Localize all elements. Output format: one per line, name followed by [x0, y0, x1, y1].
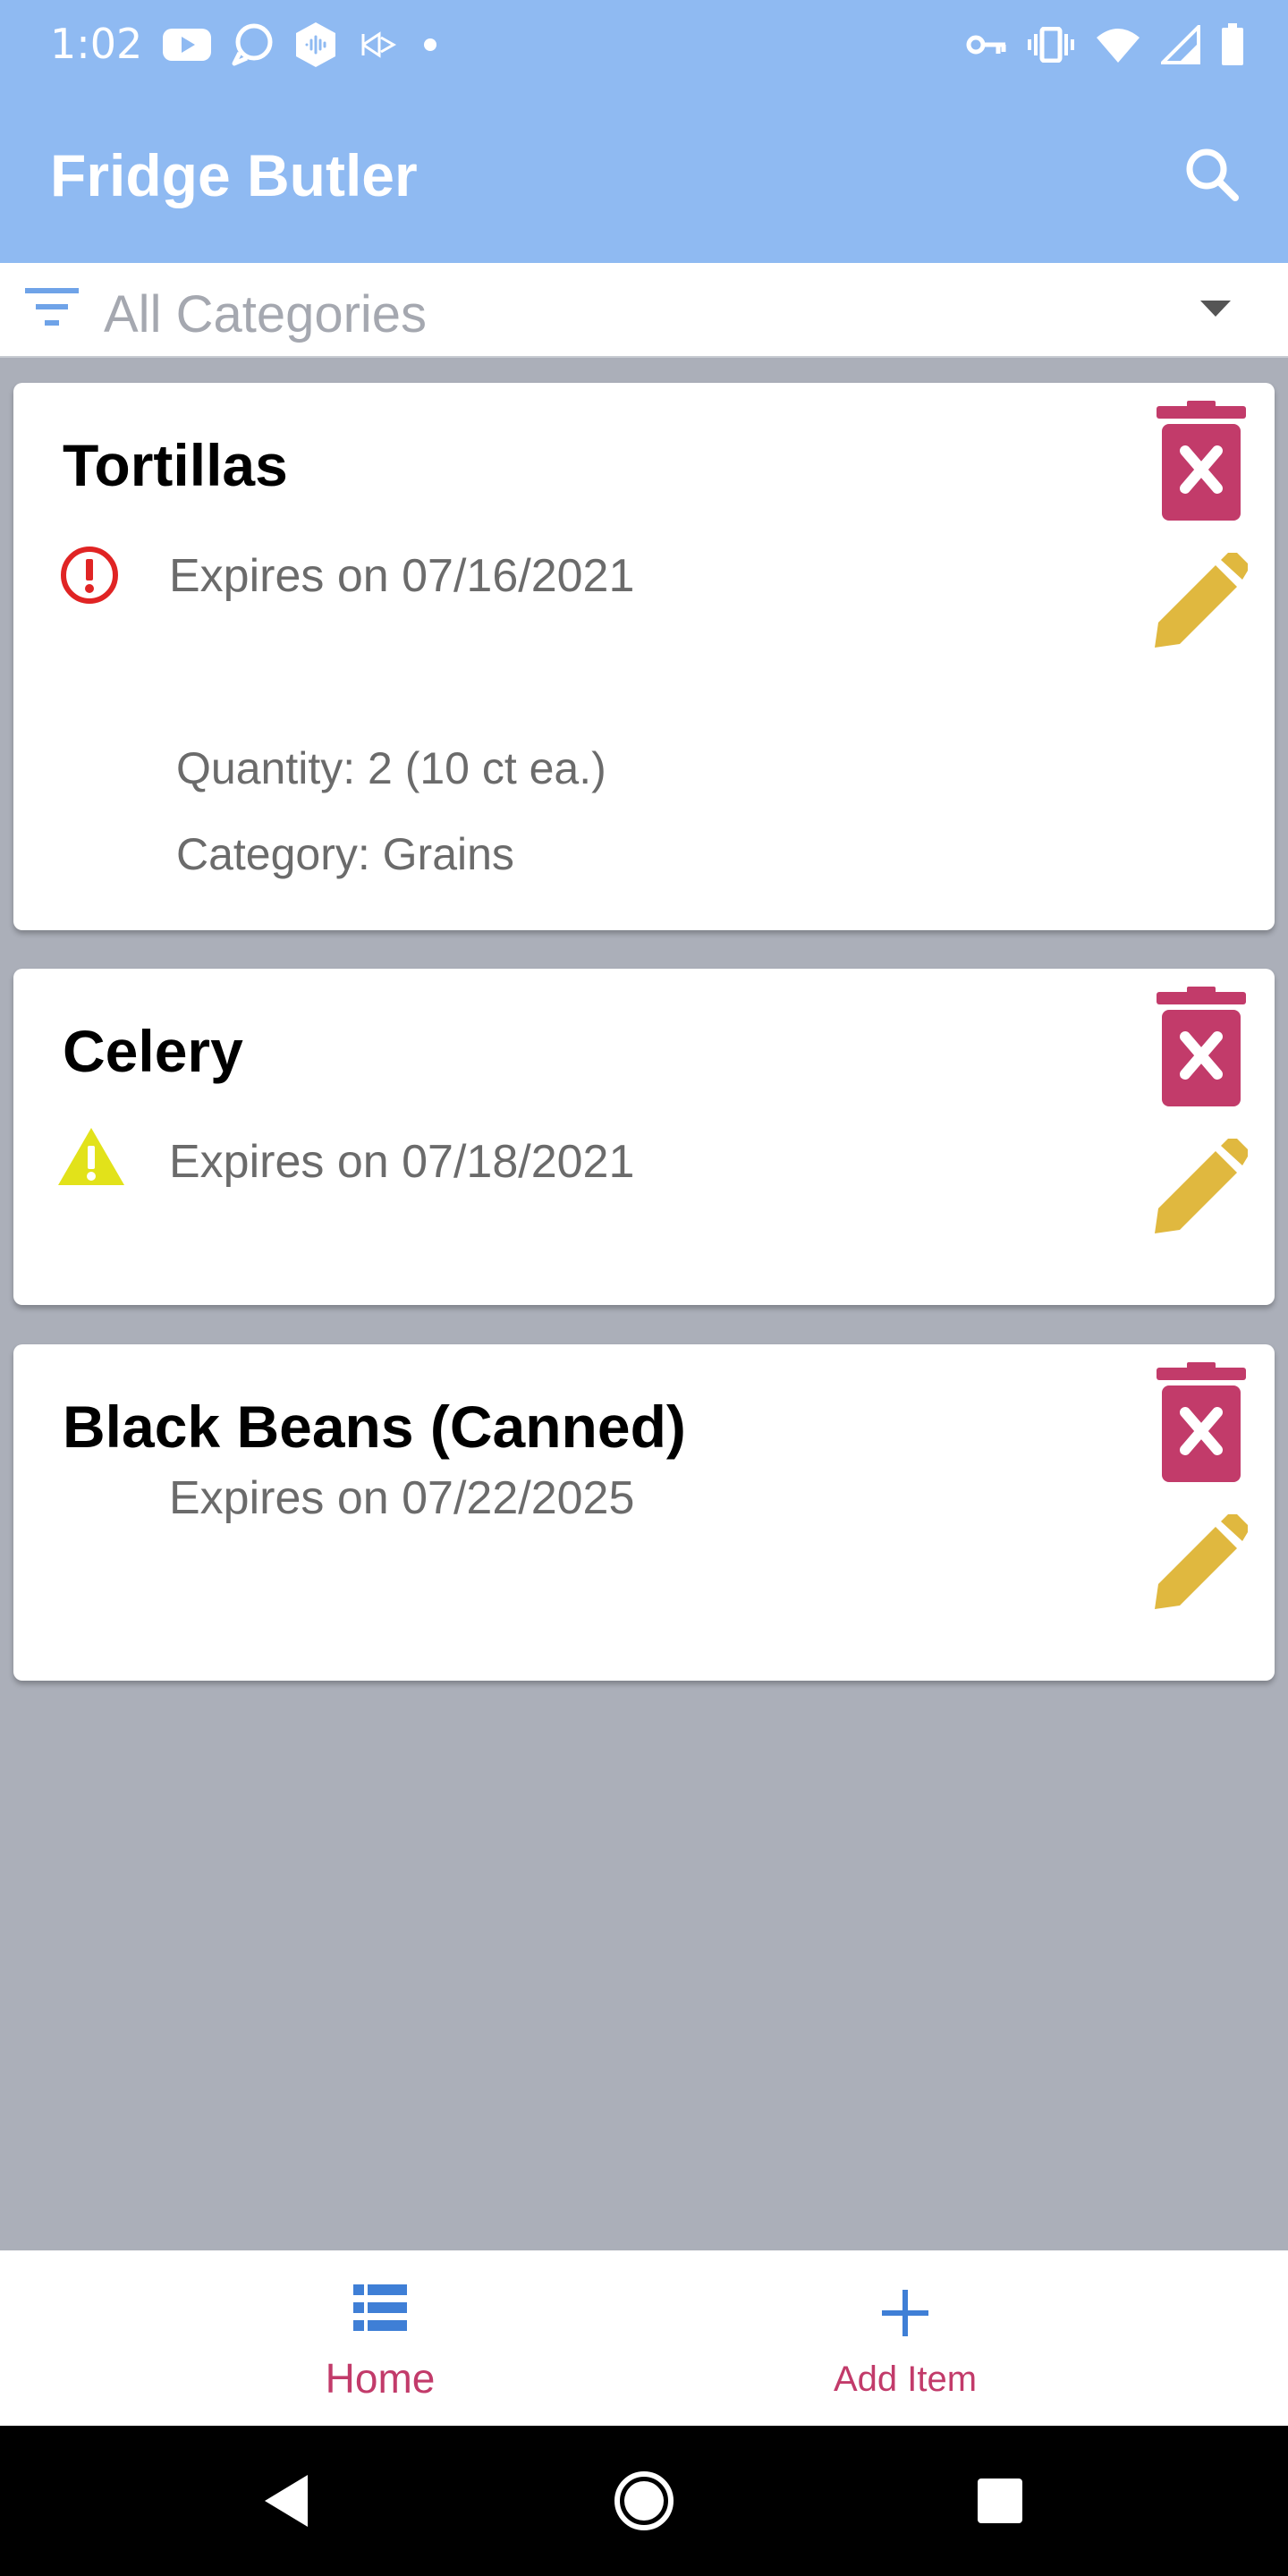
bottom-nav: Home Add Item	[0, 2250, 1288, 2426]
status-right-icons	[966, 20, 1245, 70]
app-bar: Fridge Butler	[0, 89, 1288, 263]
caret-down-icon	[1200, 301, 1231, 317]
nav-add-item[interactable]: Add Item	[771, 2250, 1039, 2426]
plus-icon	[882, 2290, 928, 2336]
edit-pencil-icon	[1155, 1512, 1249, 1609]
delete-icon	[1157, 987, 1246, 1106]
item-card: Tortillas Expires on 07/16/2021 Quantity…	[13, 383, 1275, 930]
status-time: 1:02	[50, 20, 143, 68]
app-title: Fridge Butler	[50, 142, 418, 208]
delete-button[interactable]	[1157, 987, 1246, 1108]
nav-home-label: Home	[325, 2355, 436, 2402]
category-filter-dropdown[interactable]: All Categories	[0, 263, 1288, 358]
home-circle-icon	[614, 2471, 674, 2530]
filter-icon	[25, 288, 79, 326]
status-left-icons	[163, 20, 444, 70]
item-expiry: Expires on 07/22/2025	[169, 1472, 635, 1524]
item-expiry: Expires on 07/18/2021	[169, 1136, 635, 1188]
recents-button[interactable]	[955, 2426, 1045, 2576]
delete-button[interactable]	[1157, 1362, 1246, 1484]
battery-icon	[1222, 23, 1243, 65]
back-button[interactable]	[242, 2426, 331, 2576]
recents-square-icon	[978, 2479, 1022, 2523]
search-button[interactable]	[1172, 134, 1252, 215]
home-system-button[interactable]	[599, 2426, 689, 2576]
chat-bubble-icon	[232, 23, 273, 66]
edit-button[interactable]	[1151, 1136, 1249, 1237]
item-card: Celery Expires on 07/18/2021	[13, 969, 1275, 1305]
item-category: Category: Grains	[176, 829, 514, 879]
cast-icon	[361, 31, 397, 58]
status-bar: 1:02	[0, 0, 1288, 89]
dot-icon	[424, 38, 436, 51]
key-icon	[966, 35, 1006, 55]
edit-pencil-icon	[1155, 1136, 1249, 1233]
youtube-icon	[163, 29, 211, 61]
item-card: Black Beans (Canned) Expires on 07/22/20…	[13, 1344, 1275, 1681]
item-expiry: Expires on 07/16/2021	[169, 550, 635, 602]
audio-hex-icon	[296, 22, 335, 67]
list-icon	[353, 2284, 407, 2331]
back-triangle-icon	[265, 2475, 308, 2527]
delete-button[interactable]	[1157, 401, 1246, 522]
item-quantity: Quantity: 2 (10 ct ea.)	[176, 743, 606, 793]
category-filter-value: All Categories	[104, 285, 428, 343]
edit-button[interactable]	[1151, 1512, 1249, 1613]
warning-icon	[58, 1128, 124, 1185]
delete-icon	[1157, 1362, 1246, 1482]
item-name: Celery	[63, 1018, 243, 1084]
nav-add-item-label: Add Item	[833, 2360, 978, 2399]
search-icon	[1186, 148, 1239, 201]
delete-icon	[1157, 401, 1246, 521]
edit-button[interactable]	[1151, 550, 1249, 651]
wifi-icon	[1097, 29, 1140, 63]
vibrate-icon	[1028, 27, 1074, 63]
system-navigation-bar	[0, 2426, 1288, 2576]
item-name: Black Beans (Canned)	[63, 1394, 686, 1460]
error-icon	[61, 547, 118, 604]
edit-pencil-icon	[1155, 550, 1249, 648]
signal-icon	[1161, 25, 1200, 64]
nav-home[interactable]: Home	[246, 2250, 514, 2426]
item-name: Tortillas	[63, 432, 288, 498]
